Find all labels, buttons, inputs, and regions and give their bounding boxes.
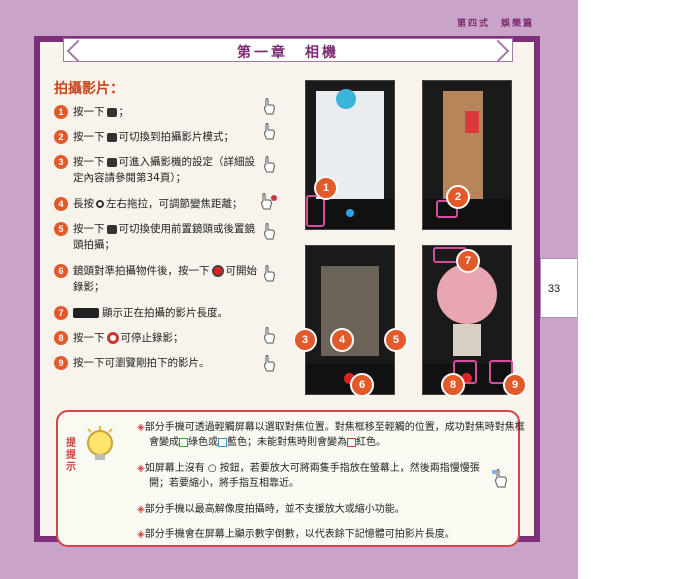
- step-text: 按一下: [73, 156, 105, 168]
- step-text: 按一下: [73, 106, 105, 118]
- section-title: 拍攝影片：: [54, 81, 124, 97]
- record-icon: [211, 265, 224, 277]
- step-number: 1: [54, 105, 68, 119]
- callout-badge: 8: [441, 373, 465, 397]
- tap-hand-icon: [264, 327, 275, 344]
- step-2: 2 按一下 可切換到拍攝影片模式；: [54, 129, 263, 145]
- tap-hand-icon: [264, 123, 275, 140]
- chapter-banner: 第一章 相機: [63, 38, 513, 63]
- tap-hand-icon: [264, 355, 275, 372]
- callout-badge: 2: [446, 185, 470, 209]
- step-number: 4: [54, 197, 68, 211]
- drag-hand-icon: [261, 193, 277, 210]
- callout-badge: 4: [330, 328, 354, 352]
- page-number: 33: [547, 283, 561, 295]
- tip-text: 紅色。: [356, 437, 386, 448]
- diamond-bullet-icon: ◈: [137, 504, 145, 515]
- step-number: 3: [54, 155, 68, 169]
- step-3: 3 按一下 可進入攝影機的設定（詳細設定內容請參閱第34頁）；: [54, 154, 263, 186]
- tap-hand-icon: [264, 98, 275, 115]
- lightbulb-icon: [80, 425, 120, 465]
- step-text: 長按: [73, 198, 94, 210]
- step-text: 顯示正在拍攝的影片長度。: [102, 307, 228, 319]
- tip-item-2: ◈如屏幕上沒有 ○ 按鈕，若要放大可將兩隻手指放在螢幕上，然後兩指慢慢張開；若要…: [137, 461, 494, 491]
- book-page: 第四式 娛樂篇 第一章 相機 拍攝影片： 1 按一下； 2 按一下 可切換到拍攝影…: [0, 0, 578, 579]
- step-text: 按一下: [73, 131, 105, 143]
- step-text: 可停止錄影；: [120, 332, 184, 344]
- tip-text: 藍色；未能對焦時則會變為: [227, 437, 347, 448]
- tip-item-3: ◈部分手機以最高解像度拍攝時，並不支援放大或縮小功能。: [137, 502, 529, 517]
- step-text: 左右拖拉，可調節變焦距離；: [106, 198, 243, 210]
- tip-text: 如屏幕上沒有 ○ 按鈕，若要放大可將兩隻手指放在螢幕上，然後兩指慢慢張開；若要縮…: [144, 463, 480, 489]
- step-text: 可切換到拍攝影片模式；: [118, 131, 235, 143]
- tip-text: 部分手機以最高解像度拍攝時，並不支援放大或縮小功能。: [144, 504, 405, 515]
- red-square-icon: [347, 437, 356, 447]
- callout-badge: 1: [314, 176, 338, 200]
- video-icon: [106, 132, 117, 142]
- highlight-box: [306, 195, 325, 227]
- diamond-bullet-icon: ◈: [137, 422, 145, 433]
- chapter-title: 第一章 相機: [237, 45, 339, 61]
- step-number: 5: [54, 222, 68, 236]
- step-number: 6: [54, 264, 68, 278]
- tip-text: 部分手機會在屏幕上顯示數字倒數，以代表餘下記憶體可拍影片長度。: [144, 529, 455, 540]
- tip-label: 提提示: [66, 438, 76, 473]
- recording-timer-icon: [73, 308, 99, 318]
- diamond-bullet-icon: ◈: [137, 463, 145, 474]
- step-text: 鏡頭對準拍攝物件後，按一下: [73, 265, 210, 277]
- tap-hand-icon: [264, 265, 275, 282]
- callout-badge: 9: [503, 373, 527, 397]
- step-number: 8: [54, 331, 68, 345]
- running-header: 第四式 娛樂篇: [456, 19, 534, 29]
- settings-icon: [106, 157, 117, 167]
- step-1: 1 按一下 ；: [54, 104, 263, 120]
- tap-hand-icon: [264, 156, 275, 173]
- blue-square-icon: [218, 437, 227, 447]
- camera-icon: [106, 107, 117, 117]
- step-4: 4 長按 左右拖拉，可調節變焦距離；: [54, 196, 263, 212]
- callout-badge: 5: [384, 328, 408, 352]
- step-text: 按一下: [73, 332, 105, 344]
- camera-screenshot-3: [305, 245, 395, 395]
- step-number: 2: [54, 130, 68, 144]
- step-text: 按一下可瀏覽剛拍下的影片。: [73, 357, 210, 369]
- step-number: 9: [54, 356, 68, 370]
- callout-badge: 6: [350, 373, 374, 397]
- step-8: 8 按一下 可停止錄影；: [54, 330, 263, 346]
- tip-item-4: ◈部分手機會在屏幕上顯示數字倒數，以代表餘下記憶體可拍影片長度。: [137, 527, 529, 542]
- pinch-hand-icon: [492, 469, 507, 488]
- callout-badge: 7: [456, 249, 480, 273]
- step-text: ；: [118, 106, 130, 118]
- tap-hand-icon: [264, 223, 275, 240]
- diamond-bullet-icon: ◈: [137, 529, 145, 540]
- zoom-circle-icon: [96, 200, 104, 208]
- stop-icon: [106, 332, 119, 344]
- callout-badge: 3: [293, 328, 317, 352]
- step-5: 5 按一下 可切換使用前置鏡頭或後置鏡頭拍攝；: [54, 221, 263, 253]
- green-square-icon: [179, 437, 188, 447]
- step-6: 6 鏡頭對準拍攝物件後，按一下 可開始錄影；: [54, 263, 263, 295]
- step-9: 9 按一下可瀏覽剛拍下的影片。: [54, 355, 263, 371]
- tip-item-1: ◈部分手機可透過輕觸屏幕以選取對焦位置。對焦框移至輕觸的位置，成功對焦時對焦框會…: [137, 420, 529, 450]
- tip-text: 綠色或: [188, 437, 218, 448]
- step-number: 7: [54, 306, 68, 320]
- step-text: 按一下: [73, 223, 105, 235]
- switch-camera-icon: [106, 224, 117, 234]
- step-7: 7 顯示正在拍攝的影片長度。: [54, 305, 263, 321]
